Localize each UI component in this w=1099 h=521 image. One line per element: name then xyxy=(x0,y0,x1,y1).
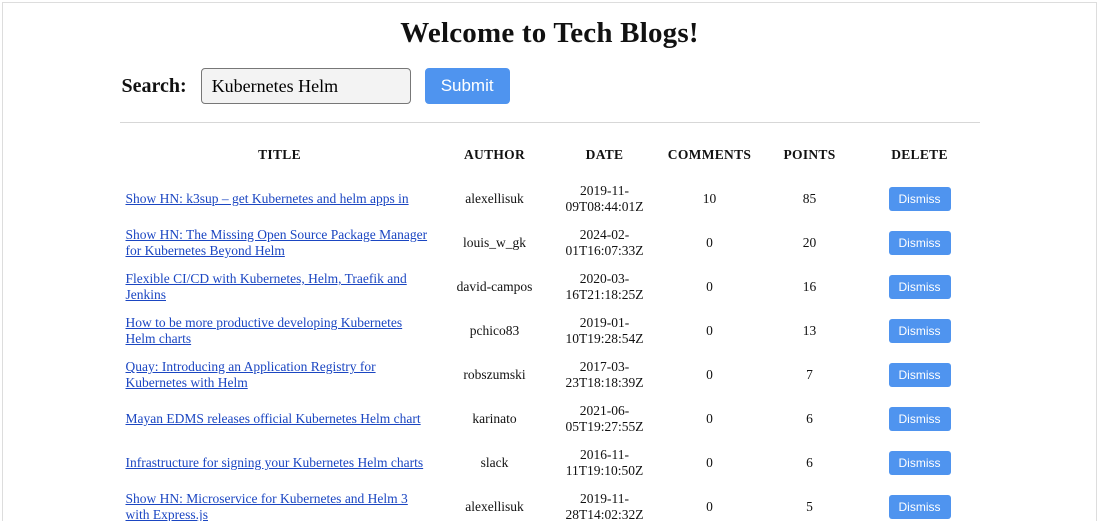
dismiss-button[interactable]: Dismiss xyxy=(889,363,951,387)
post-link[interactable]: How to be more productive developing Kub… xyxy=(126,315,403,346)
date-cell: 2021-06-05T19:27:55Z xyxy=(550,397,660,441)
author-cell: pchico83 xyxy=(440,309,550,353)
points-cell: 6 xyxy=(760,441,860,485)
date-cell: 2016-11-11T19:10:50Z xyxy=(550,441,660,485)
date-cell: 2019-11-09T08:44:01Z xyxy=(550,177,660,221)
points-cell: 5 xyxy=(760,485,860,521)
comments-cell: 0 xyxy=(660,397,760,441)
table-row: Show HN: k3sup – get Kubernetes and helm… xyxy=(120,177,980,221)
divider xyxy=(120,122,980,123)
table-row: Quay: Introducing an Application Registr… xyxy=(120,353,980,397)
search-input[interactable] xyxy=(201,68,411,104)
dismiss-button[interactable]: Dismiss xyxy=(889,187,951,211)
search-row: Search: Submit xyxy=(122,68,980,104)
table-row: Infrastructure for signing your Kubernet… xyxy=(120,441,980,485)
post-link[interactable]: Flexible CI/CD with Kubernetes, Helm, Tr… xyxy=(126,271,407,302)
post-link[interactable]: Show HN: k3sup – get Kubernetes and helm… xyxy=(126,191,409,206)
post-link[interactable]: Show HN: Microservice for Kubernetes and… xyxy=(126,491,408,521)
table-row: Mayan EDMS releases official Kubernetes … xyxy=(120,397,980,441)
date-cell: 2019-01-10T19:28:54Z xyxy=(550,309,660,353)
table-row: How to be more productive developing Kub… xyxy=(120,309,980,353)
points-cell: 6 xyxy=(760,397,860,441)
dismiss-button[interactable]: Dismiss xyxy=(889,407,951,431)
author-cell: slack xyxy=(440,441,550,485)
col-comments: COMMENTS xyxy=(660,137,760,177)
comments-cell: 0 xyxy=(660,353,760,397)
dismiss-button[interactable]: Dismiss xyxy=(889,231,951,255)
author-cell: karinato xyxy=(440,397,550,441)
author-cell: alexellisuk xyxy=(440,177,550,221)
author-cell: david-campos xyxy=(440,265,550,309)
dismiss-button[interactable]: Dismiss xyxy=(889,319,951,343)
post-link[interactable]: Mayan EDMS releases official Kubernetes … xyxy=(126,411,421,426)
col-delete: DELETE xyxy=(860,137,980,177)
points-cell: 13 xyxy=(760,309,860,353)
points-cell: 20 xyxy=(760,221,860,265)
points-cell: 7 xyxy=(760,353,860,397)
author-cell: robszumski xyxy=(440,353,550,397)
results-table: TITLE AUTHOR DATE COMMENTS POINTS DELETE… xyxy=(120,137,980,521)
comments-cell: 0 xyxy=(660,309,760,353)
search-label: Search: xyxy=(122,75,187,98)
col-author: AUTHOR xyxy=(440,137,550,177)
col-points: POINTS xyxy=(760,137,860,177)
comments-cell: 0 xyxy=(660,441,760,485)
table-row: Flexible CI/CD with Kubernetes, Helm, Tr… xyxy=(120,265,980,309)
dismiss-button[interactable]: Dismiss xyxy=(889,275,951,299)
date-cell: 2017-03-23T18:18:39Z xyxy=(550,353,660,397)
comments-cell: 10 xyxy=(660,177,760,221)
points-cell: 85 xyxy=(760,177,860,221)
comments-cell: 0 xyxy=(660,265,760,309)
date-cell: 2020-03-16T21:18:25Z xyxy=(550,265,660,309)
col-date: DATE xyxy=(550,137,660,177)
comments-cell: 0 xyxy=(660,221,760,265)
author-cell: louis_w_gk xyxy=(440,221,550,265)
points-cell: 16 xyxy=(760,265,860,309)
author-cell: alexellisuk xyxy=(440,485,550,521)
dismiss-button[interactable]: Dismiss xyxy=(889,495,951,519)
comments-cell: 0 xyxy=(660,485,760,521)
table-row: Show HN: The Missing Open Source Package… xyxy=(120,221,980,265)
post-link[interactable]: Quay: Introducing an Application Registr… xyxy=(126,359,376,390)
page-title: Welcome to Tech Blogs! xyxy=(120,17,980,50)
col-title: TITLE xyxy=(120,137,440,177)
post-link[interactable]: Infrastructure for signing your Kubernet… xyxy=(126,455,424,470)
table-row: Show HN: Microservice for Kubernetes and… xyxy=(120,485,980,521)
date-cell: 2024-02-01T16:07:33Z xyxy=(550,221,660,265)
post-link[interactable]: Show HN: The Missing Open Source Package… xyxy=(126,227,428,258)
date-cell: 2019-11-28T14:02:32Z xyxy=(550,485,660,521)
dismiss-button[interactable]: Dismiss xyxy=(889,451,951,475)
submit-button[interactable]: Submit xyxy=(425,68,510,104)
